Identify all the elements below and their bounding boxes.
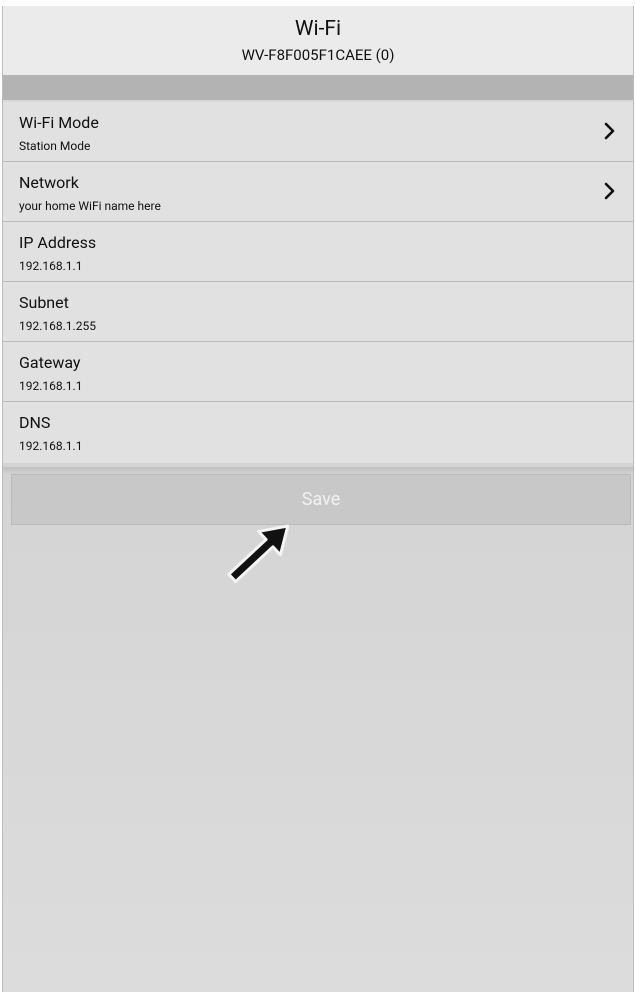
pointer-arrow-icon <box>227 524 290 584</box>
page-title: Wi-Fi <box>294 17 342 41</box>
subnet-label: Subnet <box>19 293 69 312</box>
dns-value: 192.168.1.1 <box>19 439 83 453</box>
header: Wi-Fi WV-F8F005F1CAEE (0) <box>3 6 633 76</box>
wifi-mode-value: Station Mode <box>19 139 91 153</box>
dns-row[interactable]: DNS 192.168.1.1 <box>3 402 633 463</box>
gateway-label: Gateway <box>19 353 81 372</box>
chevron-right-icon <box>604 122 615 140</box>
gateway-value: 192.168.1.1 <box>19 379 83 393</box>
network-label: Network <box>19 173 79 192</box>
save-button[interactable]: Save <box>11 474 631 525</box>
subnet-value: 192.168.1.255 <box>19 319 96 333</box>
chevron-right-icon <box>604 182 615 200</box>
section-divider <box>3 75 633 102</box>
dns-label: DNS <box>19 413 51 432</box>
device-id-subtitle: WV-F8F005F1CAEE (0) <box>241 46 395 64</box>
wifi-mode-label: Wi-Fi Mode <box>19 113 99 132</box>
wifi-mode-row[interactable]: Wi-Fi Mode Station Mode <box>3 102 633 162</box>
subnet-row[interactable]: Subnet 192.168.1.255 <box>3 282 633 342</box>
network-value: your home WiFi name here <box>19 199 161 213</box>
network-row[interactable]: Network your home WiFi name here <box>3 162 633 222</box>
wifi-settings-screen: Wi-Fi WV-F8F005F1CAEE (0) Wi-Fi Mode Sta… <box>2 6 634 992</box>
settings-list: Wi-Fi Mode Station Mode Network your hom… <box>3 102 633 463</box>
ip-address-label: IP Address <box>19 233 97 252</box>
ip-address-value: 192.168.1.1 <box>19 259 83 273</box>
gateway-row[interactable]: Gateway 192.168.1.1 <box>3 342 633 402</box>
ip-address-row[interactable]: IP Address 192.168.1.1 <box>3 222 633 282</box>
